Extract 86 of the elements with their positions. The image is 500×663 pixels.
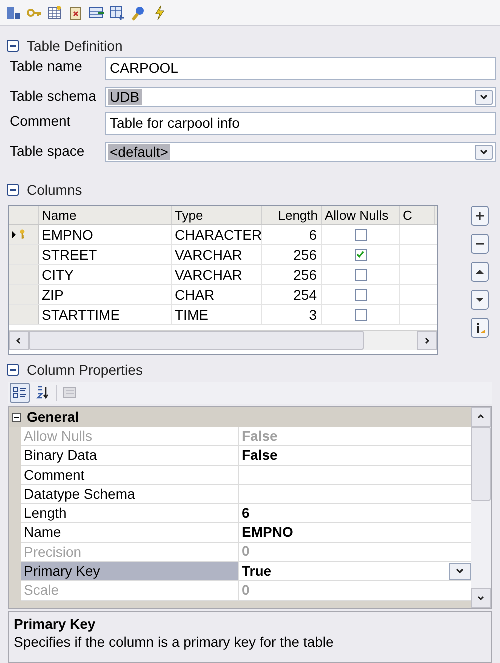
- table-cell: ZIP: [39, 285, 172, 304]
- chevron-down-icon: [455, 566, 465, 576]
- checkbox[interactable]: [354, 248, 366, 260]
- collapse-button[interactable]: [12, 412, 21, 422]
- chevron-left-icon: [15, 336, 23, 344]
- table-cell: CHAR: [172, 285, 262, 304]
- checkbox[interactable]: [354, 268, 366, 280]
- property-value: EMPNO: [242, 523, 294, 542]
- move-down-button[interactable]: [471, 290, 489, 310]
- scroll-down-button[interactable]: [471, 588, 491, 608]
- column-header[interactable]: Allow Nulls: [322, 206, 400, 224]
- dropdown-field[interactable]: <default>: [105, 142, 496, 162]
- dropdown-button[interactable]: [449, 562, 471, 580]
- field-label: Table space: [10, 142, 86, 160]
- table-cell: VARCHAR: [172, 245, 262, 264]
- scroll-right-button[interactable]: [417, 331, 437, 350]
- table-cell: STARTTIME: [39, 305, 172, 324]
- column-header[interactable]: Name: [39, 206, 172, 224]
- column-header[interactable]: Type: [172, 206, 262, 224]
- add-button[interactable]: [471, 206, 489, 226]
- sort-icon: [36, 386, 50, 400]
- collapse-button[interactable]: [7, 40, 19, 52]
- property-name[interactable]: Length: [21, 504, 239, 522]
- scroll-left-button[interactable]: [9, 331, 29, 350]
- property-value: False: [242, 446, 278, 465]
- checkbox[interactable]: [354, 308, 366, 320]
- categorized-button[interactable]: [10, 383, 30, 403]
- property-value: False: [242, 426, 278, 446]
- list-icon: [13, 386, 27, 400]
- clipboard-icon[interactable]: [68, 4, 84, 20]
- collapse-button[interactable]: [7, 184, 19, 196]
- grid-icon[interactable]: [110, 4, 126, 20]
- field-label: Comment: [10, 112, 72, 130]
- row-header[interactable]: [9, 225, 39, 244]
- property-name[interactable]: Primary Key: [21, 562, 239, 580]
- scrollbar-thumb[interactable]: [29, 331, 364, 350]
- table-cell: TIME: [172, 305, 262, 324]
- table-cell: 256: [262, 265, 322, 284]
- table-cell: STREET: [39, 245, 172, 264]
- table-icon[interactable]: [5, 4, 21, 20]
- property-name[interactable]: Binary Data: [21, 446, 239, 465]
- table-cell: 256: [262, 245, 322, 264]
- info-button[interactable]: [471, 318, 489, 338]
- section-title: Table Definition: [27, 36, 123, 56]
- move-up-button[interactable]: [471, 262, 489, 282]
- input-field[interactable]: CARPOOL: [105, 57, 496, 80]
- field-label: Table name: [10, 57, 84, 75]
- section-title: Column Properties: [27, 360, 143, 380]
- scrollbar-thumb[interactable]: [471, 427, 491, 501]
- page-icon: [63, 386, 77, 400]
- column-header[interactable]: C: [400, 206, 435, 224]
- grid-icon[interactable]: [47, 4, 63, 20]
- checkbox[interactable]: [354, 228, 366, 240]
- grid-icon[interactable]: [89, 4, 105, 20]
- checkbox[interactable]: [354, 288, 366, 300]
- description-title: Primary Key: [14, 615, 96, 633]
- section-title: Columns: [27, 180, 82, 200]
- chevron-up-icon: [477, 413, 485, 421]
- field-label: Table schema: [10, 87, 98, 105]
- dropdown-button[interactable]: [475, 90, 493, 104]
- property-value: 0: [242, 542, 250, 562]
- collapse-button[interactable]: [7, 364, 19, 376]
- column-header[interactable]: Length: [262, 206, 322, 224]
- dropdown-field[interactable]: UDB: [105, 87, 496, 107]
- property-value: 0: [242, 581, 250, 600]
- description-text: Specifies if the column is a primary key for the table: [14, 633, 334, 651]
- chevron-right-icon: [423, 336, 431, 344]
- chevron-down-icon: [479, 147, 489, 157]
- chevron-down-icon: [479, 92, 489, 102]
- plus-icon: [473, 209, 487, 223]
- remove-button[interactable]: [471, 234, 489, 254]
- table-cell: VARCHAR: [172, 265, 262, 284]
- property-value: True: [242, 562, 272, 581]
- property-value: 6: [242, 504, 250, 523]
- scroll-up-button[interactable]: [471, 407, 491, 427]
- table-cell: 3: [262, 305, 322, 324]
- table-cell: 6: [262, 225, 322, 244]
- category-title: General: [27, 408, 80, 426]
- table-cell: EMPNO: [39, 225, 172, 244]
- dropdown-button[interactable]: [475, 144, 493, 160]
- chevron-down-icon: [477, 594, 485, 602]
- table-cell: CITY: [39, 265, 172, 284]
- table-cell: CHARACTER: [172, 225, 262, 244]
- table-cell: 254: [262, 285, 322, 304]
- input-field[interactable]: Table for carpool info: [105, 112, 496, 135]
- property-name[interactable]: Name: [21, 523, 239, 542]
